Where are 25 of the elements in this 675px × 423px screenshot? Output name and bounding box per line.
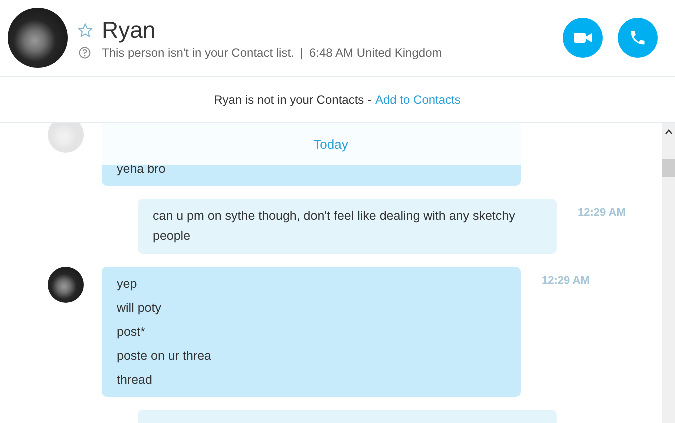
video-call-button[interactable] xyxy=(563,18,603,58)
video-camera-icon xyxy=(573,31,593,45)
message-text: yeha bro xyxy=(117,161,167,178)
message-time: 12:29 AM xyxy=(578,207,626,219)
star-icon[interactable] xyxy=(78,22,93,38)
message-text: yep xyxy=(117,276,138,293)
contact-name: Ryan xyxy=(102,16,156,44)
separator-text: | xyxy=(300,46,304,60)
phone-call-button[interactable] xyxy=(618,18,658,58)
message-time: 12:29 AM xyxy=(542,275,590,287)
phone-icon xyxy=(629,29,647,47)
local-time: 6:48 AM United Kingdom xyxy=(310,46,442,60)
message-text: post* xyxy=(117,324,146,341)
avatar-photo xyxy=(48,267,84,303)
message-text: can u pm on sythe though, don't feel like dealing with any sketchy people xyxy=(153,208,516,245)
message-text: thread xyxy=(117,372,154,389)
status-text: This person isn't in your Contact list. xyxy=(102,46,294,60)
message-text: poste on ur threa xyxy=(117,348,213,365)
add-to-contacts-link[interactable]: Add to Contacts xyxy=(376,92,461,106)
scrollbar[interactable] xyxy=(662,123,675,423)
date-label: Today xyxy=(314,136,348,152)
question-mark-icon xyxy=(79,47,91,59)
scrollbar-thumb[interactable] xyxy=(662,159,675,177)
message-text: will poty xyxy=(117,300,162,317)
notice-text: Ryan is not in your Contacts - xyxy=(214,92,372,106)
